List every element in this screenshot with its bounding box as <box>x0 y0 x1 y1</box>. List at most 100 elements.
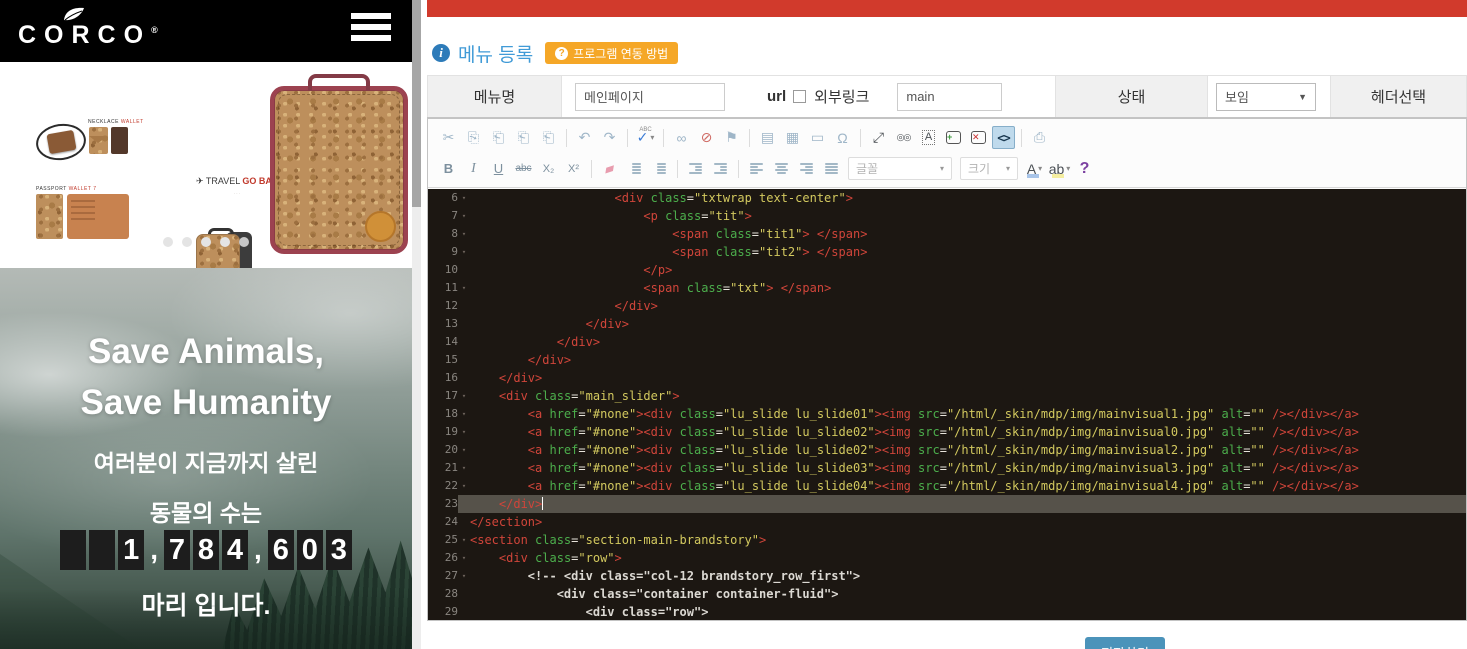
slider-dot[interactable] <box>220 237 230 247</box>
menu-name-input[interactable] <box>575 83 725 111</box>
bold-icon[interactable]: B <box>437 157 460 180</box>
code-line[interactable]: 23 </div> <box>428 495 1466 513</box>
slider-dot[interactable] <box>182 237 192 247</box>
scrollbar-thumb[interactable] <box>412 0 421 207</box>
save-button[interactable]: 저장하기 <box>1085 637 1165 649</box>
hamburger-menu-icon[interactable] <box>351 13 391 46</box>
code-line[interactable]: 17▾ <div class="main_slider"> <box>428 387 1466 405</box>
slider-dot[interactable] <box>201 237 211 247</box>
fold-arrow-icon[interactable]: ▾ <box>458 549 470 567</box>
redo-icon[interactable]: ↷ <box>598 126 621 149</box>
tag-remove-icon[interactable]: ✕ <box>967 126 990 149</box>
code-line[interactable]: 19▾ <a href="#none"><div class="lu_slide… <box>428 423 1466 441</box>
source-code-area[interactable]: 6▾ <div class="txtwrap text-center">7▾ <… <box>428 189 1466 620</box>
url-input[interactable] <box>897 83 1002 111</box>
code-line[interactable]: 21▾ <a href="#none"><div class="lu_slide… <box>428 459 1466 477</box>
code-line[interactable]: 22▾ <a href="#none"><div class="lu_slide… <box>428 477 1466 495</box>
slider-dot[interactable] <box>239 237 249 247</box>
code-line[interactable]: 14 </div> <box>428 333 1466 351</box>
product-slider[interactable]: NECKLACE WALLET PASSPORT WALLET 7 ✈ TRAV… <box>0 62 412 268</box>
corco-logo[interactable]: CORCO® <box>18 3 158 50</box>
strikethrough-icon[interactable]: abc <box>512 157 535 180</box>
code-line[interactable]: 6▾ <div class="txtwrap text-center"> <box>428 189 1466 207</box>
paste-as-text-icon[interactable]: ⎗ <box>512 126 535 149</box>
code-line[interactable]: 26▾ <div class="row"> <box>428 549 1466 567</box>
text-color-icon[interactable]: A▾ <box>1023 157 1046 180</box>
italic-icon[interactable]: I <box>462 157 485 180</box>
fold-arrow-icon[interactable]: ▾ <box>458 531 470 549</box>
fold-arrow-icon[interactable]: ▾ <box>458 243 470 261</box>
fold-arrow-icon[interactable]: ▾ <box>458 225 470 243</box>
code-line[interactable]: 8▾ <span class="tit1"> </span> <box>428 225 1466 243</box>
source-icon[interactable]: <> <box>992 126 1015 149</box>
superscript-icon[interactable]: X² <box>562 157 585 180</box>
fold-arrow-icon[interactable]: ▾ <box>458 207 470 225</box>
fold-arrow-icon[interactable]: ▾ <box>458 423 470 441</box>
paste-icon[interactable]: ⎗ <box>487 126 510 149</box>
code-line[interactable]: 16 </div> <box>428 369 1466 387</box>
fold-arrow-icon[interactable]: ▾ <box>458 189 470 207</box>
print-icon[interactable]: ⎙ <box>1028 126 1051 149</box>
underline-icon[interactable]: U <box>487 157 510 180</box>
undo-icon[interactable]: ↶ <box>573 126 596 149</box>
code-line[interactable]: 18▾ <a href="#none"><div class="lu_slide… <box>428 405 1466 423</box>
slider-dot[interactable] <box>163 237 173 247</box>
indent-icon[interactable] <box>709 157 732 180</box>
fold-arrow-icon[interactable]: ▾ <box>458 459 470 477</box>
code-line[interactable]: 28 <div class="container container-fluid… <box>428 585 1466 603</box>
code-line[interactable]: 13 </div> <box>428 315 1466 333</box>
link-icon[interactable]: ∞ <box>670 126 693 149</box>
slider-dots[interactable] <box>163 237 249 247</box>
program-link-help-button[interactable]: ? 프로그램 연동 방법 <box>545 42 678 64</box>
align-left-icon[interactable] <box>745 157 768 180</box>
unlink-icon[interactable]: ⊘ <box>695 126 718 149</box>
code-line[interactable]: 25▾<section class="section-main-brandsto… <box>428 531 1466 549</box>
cut-icon[interactable]: ✂ <box>437 126 460 149</box>
select-all-icon[interactable]: A <box>917 126 940 149</box>
anchor-flag-icon[interactable]: ⚑ <box>720 126 743 149</box>
code-line[interactable]: 20▾ <a href="#none"><div class="lu_slide… <box>428 441 1466 459</box>
special-char-icon[interactable]: Ω <box>831 126 854 149</box>
find-replace-icon[interactable]: ◎◎ <box>892 126 915 149</box>
code-line[interactable]: 27▾ <!-- <div class="col-12 brandstory_r… <box>428 567 1466 585</box>
align-justify-icon[interactable] <box>820 157 843 180</box>
fold-arrow-icon[interactable]: ▾ <box>458 567 470 585</box>
bullet-list-icon[interactable] <box>648 157 671 180</box>
bg-color-icon[interactable]: ab▾ <box>1048 157 1071 180</box>
align-center-icon[interactable] <box>770 157 793 180</box>
code-line[interactable]: 12 </div> <box>428 297 1466 315</box>
code-line[interactable]: 24</section> <box>428 513 1466 531</box>
code-line[interactable]: 7▾ <p class="tit"> <box>428 207 1466 225</box>
numbered-list-icon[interactable] <box>623 157 646 180</box>
external-link-checkbox[interactable] <box>793 90 806 103</box>
font-select[interactable]: 글꼴▾ <box>848 157 952 180</box>
code-line[interactable]: 11▾ <span class="txt"> </span> <box>428 279 1466 297</box>
preview-scrollbar[interactable] <box>412 0 421 649</box>
code-line[interactable]: 15 </div> <box>428 351 1466 369</box>
fold-arrow-icon[interactable]: ▾ <box>458 279 470 297</box>
counter-digit: 4 <box>222 530 248 570</box>
spellcheck-icon[interactable]: ✓ABC▾ <box>634 126 657 149</box>
fold-arrow-icon[interactable]: ▾ <box>458 477 470 495</box>
remove-format-icon[interactable]: ▰ <box>598 157 621 180</box>
table-icon[interactable]: ▦ <box>781 126 804 149</box>
status-select[interactable]: 보임 ▼ <box>1216 83 1316 111</box>
subscript-icon[interactable]: X₂ <box>537 157 560 180</box>
code-line[interactable]: 10 </p> <box>428 261 1466 279</box>
code-line[interactable]: 29 <div class="row"> <box>428 603 1466 620</box>
cork-wallet-image <box>89 127 108 154</box>
align-right-icon[interactable] <box>795 157 818 180</box>
code-line[interactable]: 9▾ <span class="tit2"> </span> <box>428 243 1466 261</box>
help-icon[interactable]: ? <box>1073 157 1096 180</box>
image-icon[interactable]: ▤ <box>756 126 779 149</box>
fold-arrow-icon[interactable]: ▾ <box>458 405 470 423</box>
paste-from-word-icon[interactable]: ⎗ <box>537 126 560 149</box>
maximize-icon[interactable]: ⤢ <box>867 126 890 149</box>
size-select[interactable]: 크기▾ <box>960 157 1018 180</box>
horizontal-rule-icon[interactable]: ▭ <box>806 126 829 149</box>
copy-icon[interactable]: ⎘ <box>462 126 485 149</box>
outdent-icon[interactable] <box>684 157 707 180</box>
fold-arrow-icon[interactable]: ▾ <box>458 441 470 459</box>
fold-arrow-icon[interactable]: ▾ <box>458 387 470 405</box>
tag-add-icon[interactable]: + <box>942 126 965 149</box>
